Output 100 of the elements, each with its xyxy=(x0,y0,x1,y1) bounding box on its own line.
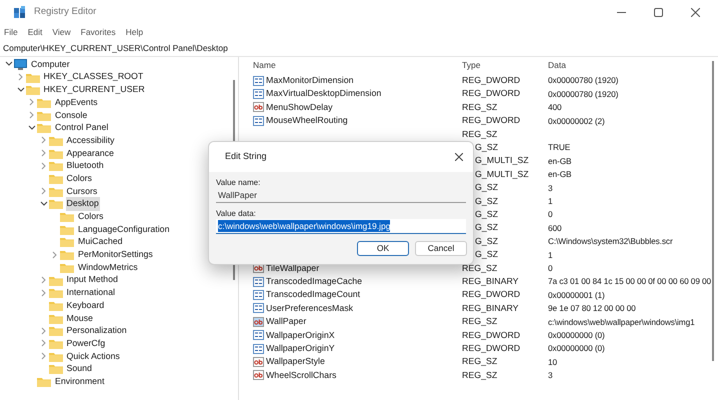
tree-item[interactable]: MuiCached xyxy=(77,235,124,249)
tree-item[interactable]: Input Method xyxy=(66,273,119,287)
table-cell: 0 xyxy=(548,209,553,220)
column-header[interactable]: Type xyxy=(462,59,548,72)
address-bar[interactable]: Computer\HKEY_CURRENT_USER\Control Panel\Desktop xyxy=(3,42,228,55)
tree-item[interactable]: Mouse xyxy=(66,312,94,325)
tree-item[interactable]: Appearance xyxy=(66,146,115,160)
menu-item[interactable]: Edit xyxy=(28,26,42,39)
table-cell-text: TranscodedImageCache xyxy=(266,274,362,288)
table-cell: en-GB xyxy=(548,169,572,180)
column-header[interactable]: Data xyxy=(548,59,712,72)
tree-item[interactable]: Console xyxy=(54,108,88,122)
tree-item[interactable]: Desktop xyxy=(66,197,100,210)
column-header[interactable]: Name xyxy=(248,59,462,72)
tree-item[interactable]: International xyxy=(66,286,116,300)
folder-icon xyxy=(48,312,62,324)
folder-icon xyxy=(48,338,62,349)
expand-icon[interactable] xyxy=(51,250,59,259)
menu-item[interactable]: Help xyxy=(126,26,144,39)
expand-icon[interactable] xyxy=(40,187,48,196)
tree-item[interactable]: HKEY_CURRENT_USER xyxy=(42,83,146,96)
collapse-icon[interactable] xyxy=(28,124,36,132)
folder-icon xyxy=(48,134,62,146)
table-cell: WallpaperOriginX xyxy=(266,328,335,342)
menu-item[interactable]: File xyxy=(4,26,18,39)
expand-icon[interactable] xyxy=(28,111,36,120)
folder-icon xyxy=(48,160,62,172)
tree-item[interactable]: Computer xyxy=(30,58,71,71)
monitor-icon xyxy=(14,58,27,70)
table-cell: REG_SZ xyxy=(462,102,498,112)
tree-item[interactable]: HKEY_CLASSES_ROOT xyxy=(42,70,144,84)
expand-icon[interactable] xyxy=(16,73,24,82)
expand-icon[interactable] xyxy=(40,339,48,348)
table-cell: 0 xyxy=(548,262,553,273)
table-cell: TileWallpaper xyxy=(266,262,320,275)
tree-item[interactable]: PerMonitorSettings xyxy=(77,248,154,262)
table-cell: REG_SZ xyxy=(462,128,498,139)
input-field[interactable]: c:\windows\web\wallpaper\windows\img19.jpg xyxy=(216,219,466,234)
collapse-icon[interactable] xyxy=(5,60,13,68)
table-cell: REG_DWORD xyxy=(462,88,520,98)
table-cell: UserPreferencesMask xyxy=(266,302,354,315)
scrollbar[interactable] xyxy=(712,61,714,361)
close-icon[interactable] xyxy=(691,8,700,16)
collapse-icon[interactable] xyxy=(40,200,48,208)
menu-item[interactable]: Favorites xyxy=(80,26,116,39)
tree-item[interactable]: Bluetooth xyxy=(66,159,105,172)
expand-icon[interactable] xyxy=(40,288,48,297)
expand-icon[interactable] xyxy=(40,352,48,360)
tree-item[interactable]: Control Panel xyxy=(54,121,110,134)
table-cell: 1 xyxy=(548,250,553,260)
folder-icon xyxy=(48,325,62,336)
table-cell: G_SZ xyxy=(475,249,498,260)
registry-icon xyxy=(14,6,26,18)
folder-icon xyxy=(48,350,62,362)
table-cell: G_SZ xyxy=(475,196,498,206)
table-cell: 7a c3 01 00 84 1c 15 00 00 0f 00 00 60 09 00 xyxy=(548,276,712,286)
folder-icon xyxy=(48,363,62,374)
table-cell: REG_SZ xyxy=(462,262,498,273)
field-label: Value name: xyxy=(216,177,262,188)
expand-icon[interactable] xyxy=(40,326,48,335)
collapse-icon[interactable] xyxy=(16,86,24,94)
table-cell: WallpaperStyle xyxy=(266,355,325,368)
folder-icon xyxy=(60,236,74,248)
menu-item[interactable]: View xyxy=(52,26,71,39)
expand-icon[interactable] xyxy=(40,149,48,158)
field-label: Value data: xyxy=(216,208,257,219)
tree-item[interactable]: Quick Actions xyxy=(66,350,121,363)
expand-icon[interactable] xyxy=(28,98,36,106)
tree-item[interactable]: WindowMetrics xyxy=(77,260,139,274)
table-cell: 400 xyxy=(548,102,562,112)
dialog-button[interactable]: Cancel xyxy=(415,241,467,256)
table-cell-text: WallpaperOriginY xyxy=(266,342,335,355)
table-cell: G_SZ xyxy=(475,142,498,152)
tree-item[interactable]: Accessibility xyxy=(66,134,116,148)
expand-icon[interactable] xyxy=(40,162,48,170)
folder-icon xyxy=(60,224,74,235)
tree-item[interactable]: Cursors xyxy=(66,184,98,198)
dialog-button[interactable]: OK xyxy=(357,241,409,256)
folder-icon xyxy=(37,376,51,388)
close-icon[interactable] xyxy=(455,153,463,161)
tree-item[interactable]: Colors xyxy=(77,210,104,224)
table-cell: MouseWheelRouting xyxy=(266,114,348,128)
table-cell: G_MULTI_SZ xyxy=(475,168,529,179)
tree-item[interactable]: LanguageConfiguration xyxy=(77,222,170,236)
tree-item[interactable]: Environment xyxy=(54,374,106,388)
tree-item[interactable]: PowerCfg xyxy=(66,336,106,350)
tree-item[interactable]: AppEvents xyxy=(54,96,99,109)
table-cell: REG_DWORD xyxy=(462,330,520,340)
input-field[interactable]: WallPaper xyxy=(216,188,466,203)
tree-item[interactable]: Sound xyxy=(66,362,93,376)
table-cell: 3 xyxy=(548,370,553,380)
expand-icon[interactable] xyxy=(40,276,48,284)
table-cell: 0x00000000 (0) xyxy=(548,343,605,354)
maximize-icon[interactable] xyxy=(654,8,663,16)
tree-item[interactable]: Keyboard xyxy=(66,298,106,312)
tree-item[interactable]: Personalization xyxy=(66,324,128,338)
folder-icon xyxy=(48,186,62,197)
tree-item[interactable]: Colors xyxy=(66,172,93,186)
table-cell: REG_DWORD xyxy=(462,115,520,126)
expand-icon[interactable] xyxy=(40,136,48,144)
